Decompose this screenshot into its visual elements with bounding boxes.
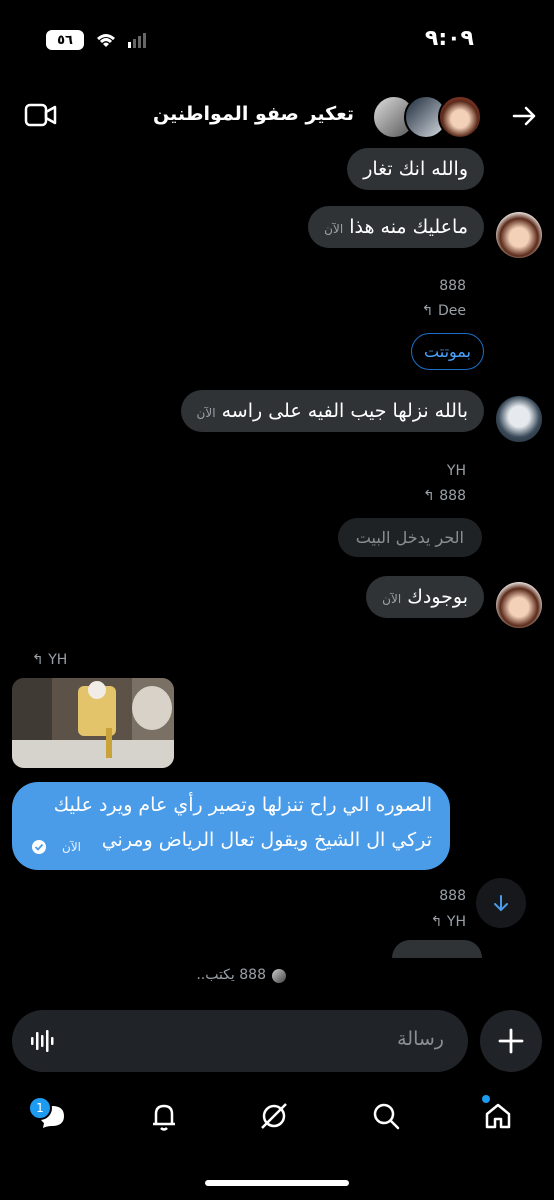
sender-avatar[interactable] bbox=[496, 582, 542, 628]
message-text: بوجودك bbox=[407, 586, 468, 608]
voice-note-icon[interactable] bbox=[30, 1028, 56, 1054]
home-icon[interactable] bbox=[480, 1098, 516, 1134]
battery-icon: ٥٦ bbox=[46, 30, 84, 50]
sender-label: 888 bbox=[439, 278, 466, 294]
sender-avatar[interactable] bbox=[496, 212, 542, 258]
typing-avatar bbox=[272, 969, 286, 983]
message-text: بموتتت bbox=[424, 342, 471, 361]
video-call-icon[interactable] bbox=[24, 100, 58, 130]
message-text-line: تركي ال الشيخ ويقول تعال الرياض ومرني bbox=[101, 829, 432, 851]
reply-icon: ↰ bbox=[32, 652, 44, 668]
message-bubble[interactable]: والله انك تغار bbox=[347, 148, 484, 190]
home-notification-dot bbox=[482, 1095, 490, 1103]
sender-avatar[interactable] bbox=[496, 396, 542, 442]
search-icon[interactable] bbox=[368, 1098, 404, 1134]
wifi-icon bbox=[97, 34, 115, 47]
sender-label: YH bbox=[446, 463, 466, 479]
status-icons: ٥٦ bbox=[46, 30, 148, 50]
reply-target: YH bbox=[48, 652, 68, 668]
message-text: الحر يدخل البيت bbox=[355, 528, 464, 547]
message-text-line: الصوره الي راح تنزلها وتصير رأي عام ويرد… bbox=[53, 794, 432, 816]
reply-icon: ↰ bbox=[421, 303, 434, 319]
add-attachment-button[interactable] bbox=[480, 1010, 542, 1072]
unread-badge: 1 bbox=[28, 1096, 52, 1120]
sent-check-icon bbox=[32, 840, 46, 854]
scroll-down-button[interactable] bbox=[476, 878, 526, 928]
notifications-icon[interactable] bbox=[146, 1098, 182, 1134]
message-text: بالله نزلها جيب الفيه على راسه bbox=[221, 400, 468, 422]
message-timestamp: الآن bbox=[196, 406, 216, 420]
reply-icon: ↰ bbox=[430, 914, 443, 930]
message-timestamp: الآن bbox=[382, 592, 402, 606]
chat-title[interactable]: تعكير صفو المواطنين bbox=[153, 103, 354, 125]
signal-icon bbox=[128, 33, 146, 48]
reply-target: YH bbox=[446, 914, 466, 930]
message-text: والله انك تغار bbox=[363, 158, 468, 180]
typing-text: 888 يكتب.. bbox=[196, 967, 266, 983]
photo-attachment[interactable] bbox=[12, 678, 174, 768]
reply-target: Dee bbox=[437, 303, 466, 319]
message-bubble[interactable]: ماعليك منه هذا الآن bbox=[308, 206, 484, 248]
battery-level: ٥٦ bbox=[57, 32, 73, 48]
group-avatars[interactable] bbox=[372, 92, 482, 139]
reply-label: ↰ 888 bbox=[423, 488, 466, 504]
reply-label: ↰ Dee bbox=[422, 303, 466, 319]
own-message-bubble[interactable]: الصوره الي راح تنزلها وتصير رأي عام ويرد… bbox=[12, 782, 450, 870]
sender-label: 888 bbox=[439, 888, 466, 904]
home-indicator bbox=[205, 1180, 349, 1186]
reply-icon: ↰ bbox=[423, 488, 435, 504]
status-time: ٩:٠٩ bbox=[424, 26, 474, 51]
arrow-down-icon bbox=[494, 895, 508, 912]
message-input[interactable]: رسالة bbox=[12, 1010, 468, 1072]
reply-label: ↰ YH bbox=[431, 914, 466, 930]
plus-icon bbox=[498, 1028, 524, 1054]
input-placeholder: رسالة bbox=[397, 1028, 444, 1050]
message-bubble[interactable]: بموتتت bbox=[411, 333, 484, 370]
typing-indicator: 888 يكتب.. bbox=[196, 967, 266, 983]
back-arrow-icon[interactable] bbox=[508, 100, 540, 132]
reply-label: ↰ YH bbox=[32, 652, 67, 668]
message-bubble-partial[interactable] bbox=[392, 940, 482, 958]
message-timestamp: الآن bbox=[324, 222, 344, 236]
grok-icon[interactable] bbox=[256, 1098, 292, 1134]
message-bubble[interactable]: الحر يدخل البيت bbox=[337, 518, 482, 557]
member-avatar bbox=[438, 95, 482, 139]
reply-target: 888 bbox=[439, 488, 466, 504]
message-bubble[interactable]: بالله نزلها جيب الفيه على راسه الآن bbox=[180, 390, 484, 432]
message-text: ماعليك منه هذا bbox=[349, 216, 468, 238]
message-timestamp: الآن bbox=[62, 840, 81, 854]
message-bubble[interactable]: بوجودك الآن bbox=[366, 576, 484, 618]
